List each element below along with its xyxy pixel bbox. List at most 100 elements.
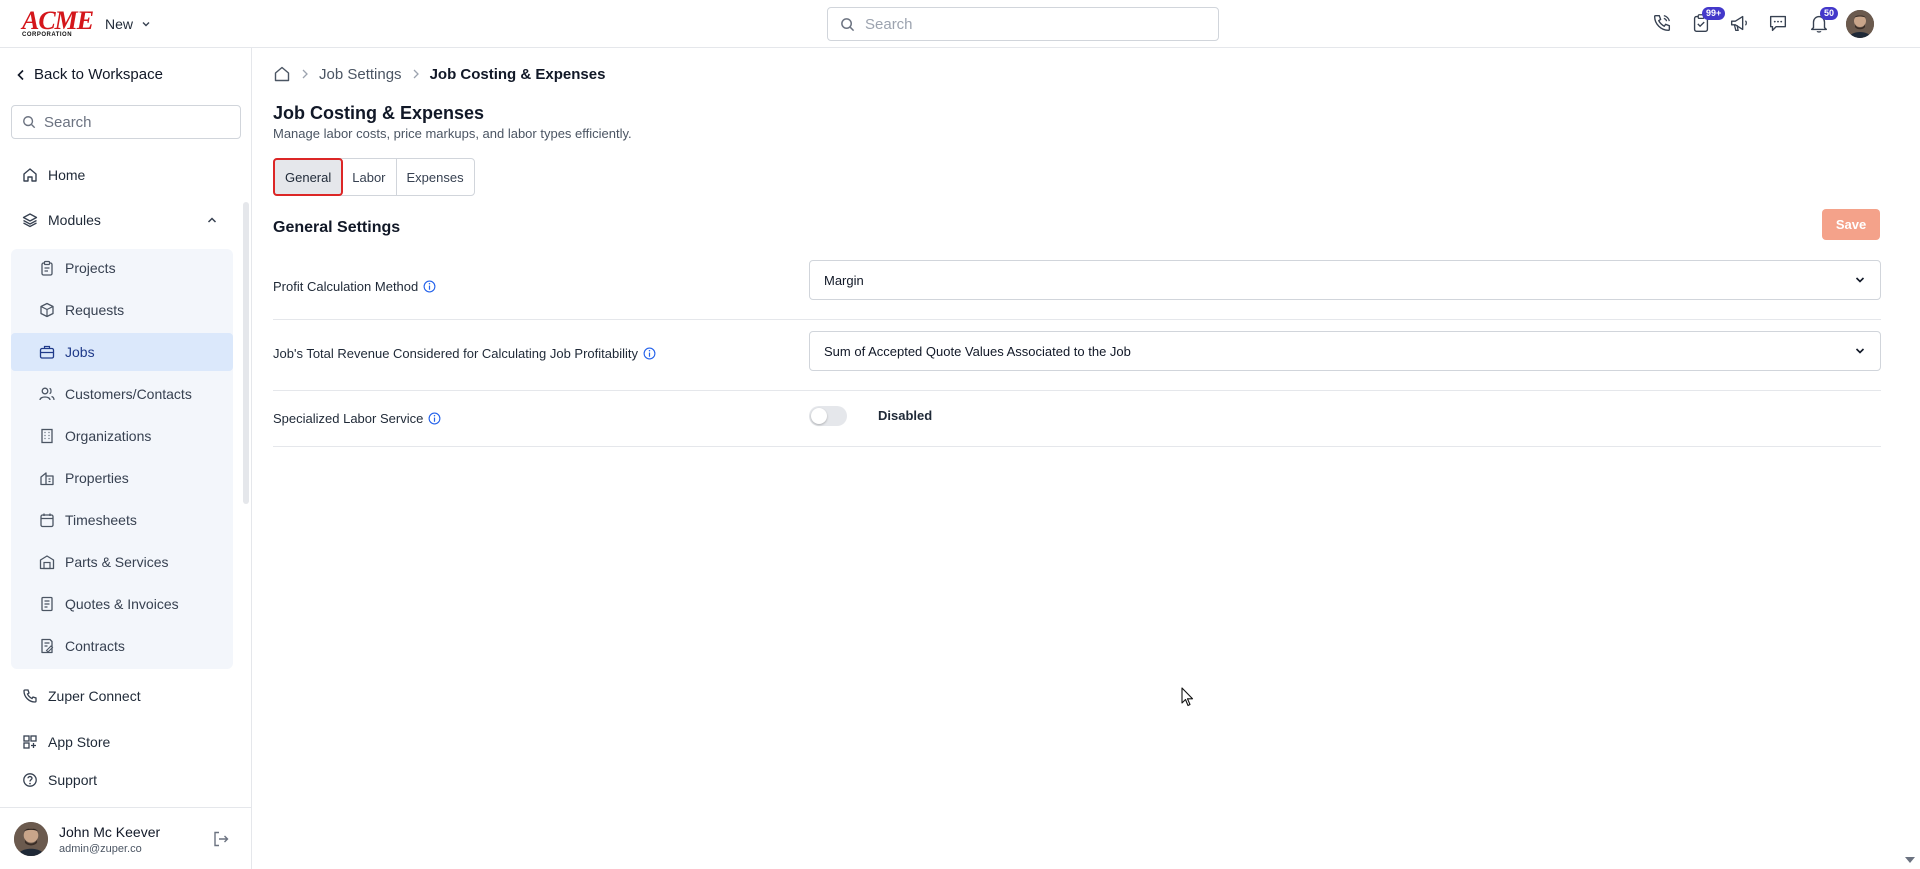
sidebar-scrollbar[interactable]: [243, 202, 249, 504]
sidebar-item-jobs[interactable]: Jobs: [11, 333, 233, 371]
calendar-icon: [39, 512, 55, 528]
logout-icon[interactable]: [212, 830, 230, 848]
chevron-down-icon: [1854, 345, 1866, 357]
section-title: General Settings: [273, 219, 401, 236]
profit-method-label: Profit Calculation Method: [273, 279, 436, 294]
sidebar-item-requests[interactable]: Requests: [11, 291, 233, 329]
sidebar-item-label: Contracts: [65, 638, 125, 654]
sidebar-item-label: Support: [48, 772, 98, 788]
contract-icon: [39, 638, 55, 654]
sidebar-search[interactable]: [11, 105, 241, 139]
settings-tabs: General Labor Expenses: [273, 158, 475, 196]
phone-icon: [22, 688, 38, 704]
chevron-down-icon: [1854, 274, 1866, 286]
megaphone-icon[interactable]: [1728, 12, 1752, 36]
info-icon[interactable]: [643, 347, 656, 360]
bell-icon[interactable]: 50: [1808, 7, 1839, 36]
warehouse-icon: [39, 554, 55, 570]
users-icon: [39, 386, 55, 402]
layers-icon: [22, 212, 38, 228]
page-subtitle: Manage labor costs, price markups, and l…: [273, 126, 632, 141]
specialized-labor-toggle[interactable]: [809, 406, 847, 426]
chevron-right-icon: [301, 69, 309, 79]
sidebar: Back to Workspace Home Modules Projects …: [0, 48, 252, 869]
chevron-left-icon: [16, 69, 26, 81]
global-search-input[interactable]: [865, 15, 1185, 33]
sidebar-item-properties[interactable]: Properties: [11, 459, 233, 497]
setting-row-profit-method: Profit Calculation Method Margin: [273, 260, 1881, 320]
sidebar-item-support[interactable]: Support: [22, 770, 97, 790]
toggle-knob: [811, 408, 827, 424]
save-button[interactable]: Save: [1822, 209, 1880, 240]
home-icon: [22, 167, 38, 183]
breadcrumb: Job Settings Job Costing & Expenses: [273, 65, 605, 83]
sidebar-item-contracts[interactable]: Contracts: [11, 627, 233, 665]
scroll-down-icon[interactable]: [1904, 855, 1916, 865]
briefcase-icon: [39, 344, 55, 360]
sidebar-item-zuper-connect[interactable]: Zuper Connect: [22, 686, 141, 706]
tasks-badge: 99+: [1702, 7, 1726, 20]
user-email: admin@zuper.co: [59, 843, 142, 855]
sidebar-item-label: Quotes & Invoices: [65, 596, 179, 612]
back-to-workspace-label: Back to Workspace: [34, 66, 163, 83]
sidebar-item-timesheets[interactable]: Timesheets: [11, 501, 233, 539]
tab-labor[interactable]: Labor: [342, 159, 397, 195]
info-icon[interactable]: [423, 280, 436, 293]
acme-logo[interactable]: ACME CORPORATION: [22, 8, 94, 39]
page-title: Job Costing & Expenses: [273, 103, 485, 123]
sidebar-item-organizations[interactable]: Organizations: [11, 417, 233, 455]
specialized-labor-state: Disabled: [878, 408, 933, 423]
new-button[interactable]: New: [105, 14, 151, 34]
global-search[interactable]: [827, 7, 1219, 41]
tasks-icon[interactable]: 99+: [1690, 7, 1726, 36]
sidebar-item-label: Organizations: [65, 428, 152, 444]
revenue-value: Sum of Accepted Quote Values Associated …: [824, 343, 1131, 359]
sidebar-item-modules[interactable]: Modules: [22, 210, 101, 230]
modules-submenu: Projects Requests Jobs Customers/Contact…: [11, 249, 233, 669]
info-icon[interactable]: [428, 412, 441, 425]
apps-grid-icon: [22, 734, 38, 750]
new-button-label: New: [105, 16, 134, 32]
sidebar-item-app-store[interactable]: App Store: [22, 732, 110, 752]
setting-row-revenue: Job's Total Revenue Considered for Calcu…: [273, 320, 1881, 391]
sidebar-item-quotes-invoices[interactable]: Quotes & Invoices: [11, 585, 233, 623]
sidebar-search-input[interactable]: [44, 113, 224, 131]
mouse-cursor-icon: [1181, 687, 1195, 707]
chat-icon[interactable]: [1767, 12, 1791, 36]
profile-avatar[interactable]: [1846, 10, 1874, 38]
profit-method-value: Margin: [824, 272, 864, 288]
top-bar: ACME CORPORATION New 99+ 50: [0, 0, 1920, 48]
sidebar-item-label: Modules: [48, 212, 101, 228]
sidebar-item-customers-contacts[interactable]: Customers/Contacts: [11, 375, 233, 413]
sidebar-item-label: Requests: [65, 302, 125, 318]
profit-method-select[interactable]: Margin: [809, 260, 1881, 300]
revenue-label: Job's Total Revenue Considered for Calcu…: [273, 346, 656, 361]
tab-general[interactable]: General: [273, 158, 344, 196]
revenue-select[interactable]: Sum of Accepted Quote Values Associated …: [809, 331, 1881, 371]
sidebar-item-home[interactable]: Home: [22, 165, 85, 185]
home-icon[interactable]: [273, 65, 291, 83]
phone-icon[interactable]: [1651, 12, 1675, 36]
user-avatar[interactable]: [14, 822, 48, 856]
sidebar-item-label: Parts & Services: [65, 554, 169, 570]
chevron-down-icon: [141, 19, 151, 29]
search-icon: [22, 115, 36, 129]
user-profile: John Mc Keever admin@zuper.co: [0, 807, 252, 869]
notifications-badge: 50: [1820, 7, 1839, 20]
help-circle-icon: [22, 772, 38, 788]
sidebar-item-parts-services[interactable]: Parts & Services: [11, 543, 233, 581]
breadcrumb-job-settings[interactable]: Job Settings: [319, 66, 402, 83]
sidebar-item-label: Timesheets: [65, 512, 137, 528]
breadcrumb-current: Job Costing & Expenses: [429, 65, 606, 83]
back-to-workspace-link[interactable]: Back to Workspace: [16, 66, 163, 83]
tab-expenses[interactable]: Expenses: [397, 159, 474, 195]
sidebar-item-label: Zuper Connect: [48, 688, 141, 704]
building-icon: [39, 428, 55, 444]
chevron-up-icon[interactable]: [206, 214, 218, 226]
chevron-right-icon: [412, 69, 420, 79]
sidebar-item-label: Jobs: [65, 344, 95, 360]
invoice-icon: [39, 596, 55, 612]
user-name: John Mc Keever: [59, 824, 161, 840]
sidebar-item-label: App Store: [48, 734, 111, 750]
sidebar-item-projects[interactable]: Projects: [11, 249, 233, 287]
